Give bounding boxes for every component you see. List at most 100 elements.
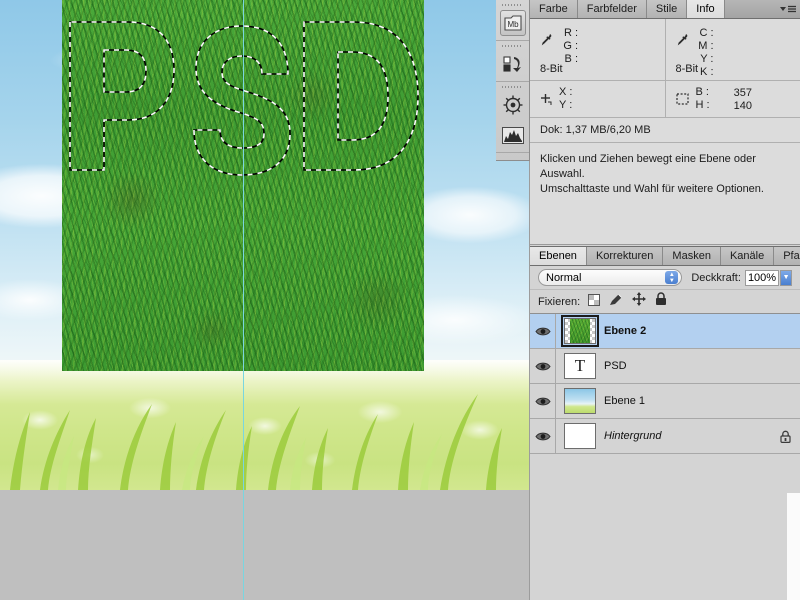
eyedropper-icon: [540, 27, 562, 52]
info-panel: Farbe Farbfelder Stile Info R: G: B: …: [530, 0, 800, 245]
tab-farbe[interactable]: Farbe: [530, 0, 578, 18]
eyedropper-icon: [676, 27, 698, 52]
measurement-log-icon[interactable]: Mb: [499, 10, 526, 36]
eye-icon: [534, 362, 551, 370]
label-x: X :: [559, 86, 573, 98]
eye-icon: [534, 397, 551, 405]
layer-visibility-toggle[interactable]: [530, 384, 556, 418]
info-selection-size: B : H : 357 140: [664, 81, 800, 117]
layer-row[interactable]: Hintergrund: [530, 419, 800, 454]
lock-label: Fixieren:: [538, 295, 581, 308]
cmyk-labels: C : M : Y : K :: [698, 27, 714, 79]
blend-mode-value: Normal: [546, 271, 582, 284]
tab-korrekturen[interactable]: Korrekturen: [586, 247, 664, 265]
label-y: Y :: [559, 99, 573, 111]
eye-icon: [534, 432, 551, 440]
right-panel-column: Farbe Farbfelder Stile Info R: G: B: …: [530, 0, 800, 600]
layers-scrollbar[interactable]: [787, 493, 800, 600]
cmyk-bit-depth: 8-Bit: [675, 63, 699, 75]
info-coordinate-readouts: X : Y : B : H : 357 140: [530, 81, 800, 118]
collapsed-panel-dock: Mb: [496, 0, 530, 161]
layer-visibility-toggle[interactable]: [530, 419, 556, 453]
tab-masken[interactable]: Masken: [663, 247, 721, 265]
layer-thumbnail[interactable]: [556, 388, 604, 414]
vertical-guide-line: [243, 0, 244, 600]
layer-row[interactable]: Ebene 2: [530, 314, 800, 349]
tab-farbfelder[interactable]: Farbfelder: [577, 0, 647, 18]
value-width: 357: [733, 87, 752, 99]
value-height: 140: [733, 100, 752, 112]
hint-line-1: Klicken und Ziehen bewegt eine Ebene ode…: [540, 153, 756, 180]
tab-ebenen[interactable]: Ebenen: [530, 247, 587, 265]
xy-labels: X : Y :: [559, 86, 572, 112]
info-panel-body: R : G : B : 8-Bit C : M: Y: K: 8-Bit …: [530, 19, 800, 244]
background-lock-icon: [770, 430, 800, 443]
lock-transparency-icon[interactable]: [588, 293, 601, 311]
tab-stile[interactable]: Stile: [646, 0, 688, 18]
info-panel-tab-bar: Farbe Farbfelder Stile Info: [530, 0, 800, 19]
layer-thumbnail[interactable]: [556, 423, 604, 449]
document-size-readout: Dok: 1,37 MB/6,20 MB: [530, 118, 800, 143]
label-b: B :: [564, 53, 578, 65]
layers-panel-tab-bar: Ebenen Korrekturen Masken Kanäle Pfade: [530, 247, 800, 266]
history-actions-icon[interactable]: [500, 51, 526, 77]
tab-pfade[interactable]: Pfade: [774, 247, 800, 265]
marquee-icon: [675, 92, 689, 105]
dock-group-history: [496, 43, 529, 82]
info-cursor-position: X : Y :: [530, 81, 665, 117]
status-hint: Klicken und Ziehen bewegt eine Ebene ode…: [530, 143, 800, 197]
layer-thumbnail[interactable]: T: [556, 353, 604, 379]
label-c: C :: [699, 27, 714, 39]
tab-info[interactable]: Info: [687, 0, 725, 18]
layer-name[interactable]: Hintergrund: [604, 430, 770, 442]
document-canvas[interactable]: [0, 0, 530, 600]
layer-visibility-toggle[interactable]: [530, 349, 556, 383]
info-cmyk-readout: C : M : Y : K : 8-Bit: [664, 19, 800, 80]
layer-list[interactable]: Ebene 2 T PSD Ebene 1 Hintergrund: [530, 314, 800, 454]
layer-row[interactable]: Ebene 1: [530, 384, 800, 419]
lock-image-pixels-icon[interactable]: [609, 293, 623, 311]
opacity-dropdown-icon[interactable]: ▼: [780, 269, 792, 286]
crosshair-icon: [541, 93, 552, 105]
tab-kanaele[interactable]: Kanäle: [720, 247, 775, 265]
layer-name[interactable]: Ebene 1: [604, 395, 770, 407]
layer-visibility-toggle[interactable]: [530, 314, 556, 348]
rgb-labels: R : G : B :: [562, 27, 578, 66]
dock-group-measurement: Mb: [496, 2, 529, 41]
opacity-input[interactable]: 100%: [744, 269, 780, 286]
lock-row: Fixieren:: [530, 290, 800, 314]
dock-group-navigator: [496, 84, 529, 153]
layer-name[interactable]: Ebene 2: [604, 325, 770, 337]
label-y: Y :: [700, 53, 714, 65]
layer-thumbnail[interactable]: [556, 315, 604, 347]
drag-grip[interactable]: [502, 84, 523, 90]
hint-line-2: Umschalttaste und Wahl für weitere Optio…: [540, 183, 764, 195]
label-m: M :: [698, 40, 714, 52]
layer-name[interactable]: PSD: [604, 360, 770, 372]
drag-grip[interactable]: [502, 2, 523, 8]
opacity-label: Deckkraft:: [691, 271, 741, 284]
grass-blades-decoration: [10, 394, 502, 490]
histogram-icon[interactable]: [500, 122, 526, 148]
label-k: K :: [700, 66, 714, 78]
info-color-readouts: R : G : B : 8-Bit C : M: Y: K: 8-Bit: [530, 19, 800, 81]
layers-panel: Ebenen Korrekturen Masken Kanäle Pfade: [530, 246, 800, 600]
layer-row[interactable]: T PSD: [530, 349, 800, 384]
lock-position-icon[interactable]: [632, 292, 647, 311]
label-height: H :: [695, 99, 710, 111]
blend-mode-select[interactable]: Normal ▲ ▼: [538, 269, 683, 286]
label-g: G :: [563, 40, 578, 52]
wh-values: 357 140: [734, 87, 752, 113]
tab-bar-filler: [724, 0, 776, 18]
label-r: R :: [563, 27, 578, 39]
panel-menu-icon[interactable]: [776, 0, 800, 18]
rgb-bit-depth: 8-Bit: [540, 63, 563, 75]
navigator-icon[interactable]: [500, 92, 526, 118]
photoshop-window: Mb Farbe Farbfelder Stile Info R: G: B…: [0, 0, 800, 600]
chevron-updown-icon[interactable]: ▲ ▼: [665, 271, 679, 284]
lock-all-icon[interactable]: [655, 292, 667, 311]
wh-labels: B : H :: [696, 86, 710, 112]
label-width: B :: [695, 86, 709, 98]
eye-icon: [534, 327, 551, 335]
drag-grip[interactable]: [502, 43, 523, 49]
